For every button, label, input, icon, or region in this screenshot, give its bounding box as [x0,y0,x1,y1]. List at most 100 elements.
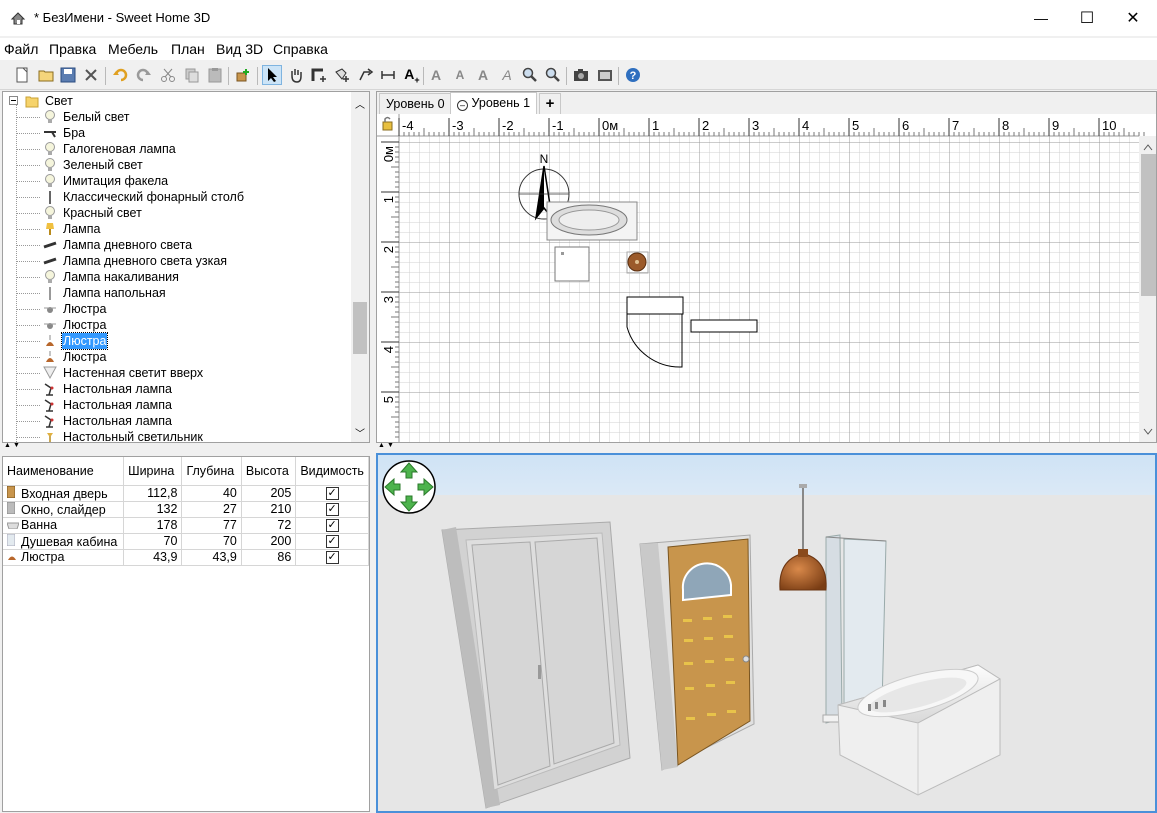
level-tabs: Уровень 0 – Уровень 1 + [377,92,1156,114]
decrease-text-icon[interactable]: A [450,65,470,85]
catalog-item[interactable]: Красный свет [3,205,343,221]
menu-3d-view[interactable]: Вид 3D [216,41,263,57]
left-splitter[interactable]: ▲ ▼ [2,442,370,453]
plan-canvas[interactable]: -4 -3 -2 -1 0м 1 2 3 4 5 6 7 8 9 10 0м 1 2 3 4 5 N [377,114,1157,443]
catalog-item[interactable]: Люстра [3,317,343,333]
bold-text-icon[interactable]: A [473,65,493,85]
plan-bathtub[interactable] [546,201,638,241]
level-icon: – [457,100,468,111]
catalog-item[interactable]: Настольная лампа [3,413,343,429]
increase-text-icon[interactable]: A [426,65,446,85]
minimize-button[interactable]: — [1018,0,1064,36]
catalog-item[interactable]: Лампа дневного света узкая [3,253,343,269]
table-row[interactable]: Входная дверь 112,8 40 205 ✓ [3,485,369,502]
redo-icon[interactable] [134,65,154,85]
3d-scene[interactable] [378,455,1155,811]
create-rooms-icon[interactable] [332,65,352,85]
catalog-item[interactable]: Настенная светит вверх [3,365,343,381]
catalog-item[interactable]: Люстра [3,332,343,350]
catalog-item[interactable]: Люстра [3,301,343,317]
menu-plan[interactable]: План [171,41,205,57]
zoom-out-icon[interactable] [543,65,563,85]
catalog-item-label: Люстра [63,350,107,364]
column-height[interactable]: Высота [241,457,297,486]
maximize-button[interactable]: ☐ [1064,0,1110,36]
scroll-down-icon[interactable]: ﹀ [355,425,365,440]
catalog-item[interactable]: Классический фонарный столб [3,189,343,205]
tree-root[interactable]: Свет [7,93,207,109]
scrollbar-thumb[interactable] [353,302,367,354]
column-visibility[interactable]: Видимость [295,457,369,486]
column-width[interactable]: Ширина [123,457,183,486]
save-icon[interactable] [58,65,78,85]
add-furniture-icon[interactable] [233,65,253,85]
catalog-item[interactable]: Имитация факела [3,173,343,189]
menu-file[interactable]: Файл [4,41,38,57]
catalog-item[interactable]: Лампа напольная [3,285,343,301]
catalog-item[interactable]: Зеленый свет [3,157,343,173]
visibility-checkbox[interactable]: ✓ [325,487,339,501]
cell-visibility: ✓ [295,485,369,502]
plan-sliding-window[interactable] [690,319,758,333]
table-row[interactable]: Люстра 43,9 43,9 86 ✓ [3,549,369,566]
scroll-up-icon[interactable]: ︿ [355,96,365,111]
create-walls-icon[interactable] [309,65,329,85]
3d-view[interactable] [376,453,1157,813]
catalog-item[interactable]: Лампа [3,221,343,237]
catalog-scrollbar[interactable]: ︿ ﹀ [351,92,369,442]
create-dimensions-icon[interactable] [378,65,398,85]
preferences-icon[interactable] [81,65,101,85]
menu-edit[interactable]: Правка [49,41,96,57]
catalog-item[interactable]: Бра [3,125,343,141]
new-home-icon[interactable] [12,65,32,85]
bulb-icon [43,158,57,172]
table-light-icon [43,430,57,442]
column-depth[interactable]: Глубина [181,457,242,486]
catalog-item[interactable]: Настольная лампа [3,381,343,397]
catalog-item[interactable]: Лампа накаливания [3,269,343,285]
catalog-item[interactable]: Настольная лампа [3,397,343,413]
pan-mode-icon[interactable] [286,65,306,85]
plan-shower[interactable] [554,246,590,282]
right-splitter[interactable]: ▲ ▼ [376,442,1157,453]
add-level-button[interactable]: + [539,93,561,114]
help-icon[interactable]: ? [623,65,643,85]
catalog-item[interactable]: Галогеновая лампа [3,141,343,157]
catalog-item[interactable]: Настольный светильник [3,429,343,442]
italic-text-icon[interactable]: A [497,65,517,85]
cell-name: Окно, слайдер [3,501,125,518]
catalog-item[interactable]: Белый свет [3,109,343,125]
furniture-list: Наименование Ширина Глубина Высота Видим… [2,456,370,812]
menu-furniture[interactable]: Мебель [108,41,158,57]
plan-scrollbar[interactable] [1139,136,1157,443]
create-video-icon[interactable] [595,65,615,85]
tab-level-1[interactable]: – Уровень 1 [450,92,538,114]
visibility-checkbox[interactable]: ✓ [325,519,339,533]
cut-icon[interactable] [158,65,178,85]
visibility-checkbox[interactable]: ✓ [325,503,339,517]
create-polylines-icon[interactable] [356,65,376,85]
table-row[interactable]: Окно, слайдер 132 27 210 ✓ [3,501,369,518]
cell-width: 70 [123,533,183,550]
open-icon[interactable] [36,65,56,85]
ruler-x-label: 5 [852,118,859,133]
menu-help[interactable]: Справка [273,41,328,57]
visibility-checkbox[interactable]: ✓ [325,551,339,565]
zoom-in-icon[interactable] [520,65,540,85]
tab-level-0[interactable]: Уровень 0 [379,93,452,114]
visibility-checkbox[interactable]: ✓ [325,535,339,549]
column-name[interactable]: Наименование [3,457,125,486]
navigation-arrows[interactable] [381,458,437,516]
create-photo-icon[interactable] [571,65,591,85]
undo-icon[interactable] [110,65,130,85]
collapse-icon[interactable] [9,96,18,105]
close-button[interactable]: ✕ [1110,0,1156,36]
catalog-item[interactable]: Люстра [3,349,343,365]
table-row[interactable]: Душевая кабина 70 70 200 ✓ [3,533,369,550]
catalog-item[interactable]: Лампа дневного света [3,237,343,253]
add-text-icon[interactable]: A+ [402,65,422,85]
copy-icon[interactable] [182,65,202,85]
table-row[interactable]: Ванна 178 77 72 ✓ [3,517,369,534]
select-mode-icon[interactable] [262,65,282,85]
paste-icon[interactable] [205,65,225,85]
